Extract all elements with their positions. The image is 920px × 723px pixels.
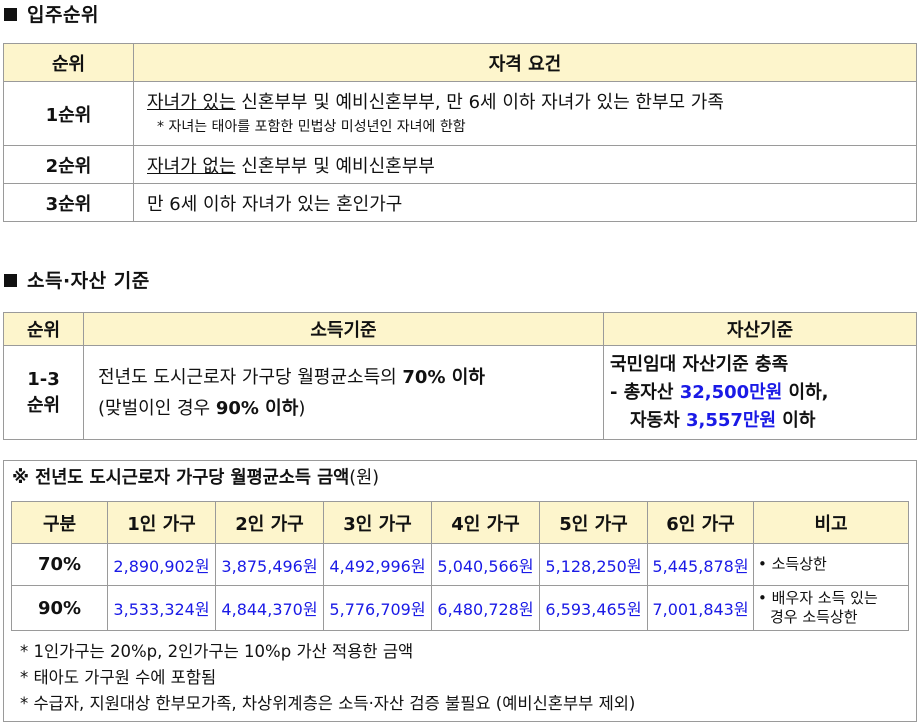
header-3person: 3인 가구 (323, 501, 432, 544)
income-threshold: 90% 이하 (215, 397, 299, 419)
note-line: * 태아도 가구원 수에 포함됨 (20, 668, 217, 687)
header-4person: 4인 가구 (431, 501, 540, 544)
qualification-cell: 만 6세 이하 자녀가 있는 혼인가구 (133, 183, 917, 222)
rank-cell: 1-3 순위 (3, 345, 84, 440)
amount-cell: 3,533,324원 (107, 585, 216, 631)
section-title-text: 소득·자산 기준 (27, 270, 150, 292)
qualification-cell: 자녀가 없는 신혼부부 및 예비신혼부부 (133, 145, 917, 184)
table-row: 70% 2,890,902원 3,875,496원 4,492,996원 5,0… (11, 543, 909, 586)
header-rank: 순위 (3, 312, 84, 346)
section-title-income-asset: 소득·자산 기준 (4, 266, 150, 293)
header-income: 소득기준 (83, 312, 604, 346)
income-amount-title: ※ 전년도 도시근로자 가구당 월평균소득 금액(원) (12, 464, 379, 489)
rank-cell: 1순위 (3, 81, 134, 146)
income-text: (맞벌이인 경우 (98, 397, 216, 419)
remarks-cell: • 소득상한 (753, 543, 909, 586)
qualification-text: 신혼부부 및 예비신혼부부, 만 6세 이하 자녀가 있는 한부모 가족 (235, 91, 724, 113)
amount-cell: 5,776,709원 (323, 585, 432, 631)
asset-text: 자동차 (630, 409, 686, 431)
qualification-cell: 자녀가 있는 신혼부부 및 예비신혼부부, 만 6세 이하 자녀가 있는 한부모… (133, 81, 917, 146)
underlined-text: 자녀가 있는 (147, 91, 236, 113)
amount-cell: 5,445,878원 (647, 543, 754, 586)
remarks-text: • 배우자 소득 있는 (758, 589, 878, 607)
header-remarks: 비고 (753, 501, 909, 544)
header-category: 구분 (11, 501, 108, 544)
table-row: 1-3 순위 전년도 도시근로자 가구당 월평균소득의 70% 이하 (맞벌이인… (3, 345, 917, 440)
amount-cell: 7,001,843원 (647, 585, 754, 631)
table-row: 2순위 자녀가 없는 신혼부부 및 예비신혼부부 (3, 145, 917, 184)
income-text: 전년도 도시근로자 가구당 월평균소득의 (98, 366, 403, 388)
priority-table: 순위 자격 요건 1순위 자녀가 있는 신혼부부 및 예비신혼부부, 만 6세 … (3, 43, 917, 222)
remarks-text: • 소득상한 (758, 555, 827, 573)
income-amount-table: 구분 1인 가구 2인 가구 3인 가구 4인 가구 5인 가구 6인 가구 비… (11, 501, 909, 631)
header-qualification: 자격 요건 (133, 43, 917, 82)
income-amount-title-text: ※ 전년도 도시근로자 가구당 월평균소득 금액 (12, 468, 350, 488)
asset-amount: 32,500만원 (679, 381, 783, 403)
section-title-priority: 입주순위 (4, 0, 99, 27)
asset-text: 이하 (776, 409, 816, 431)
rank-line: 순위 (26, 394, 61, 416)
amount-cell: 5,040,566원 (431, 543, 540, 586)
header-5person: 5인 가구 (539, 501, 648, 544)
qualification-text: 신혼부부 및 예비신혼부부 (235, 155, 435, 177)
income-text: ) (298, 397, 306, 419)
remarks-cell: • 배우자 소득 있는 경우 소득상한 (753, 585, 909, 631)
section-title-text: 입주순위 (27, 4, 99, 26)
amount-cell: 3,875,496원 (215, 543, 324, 586)
amount-cell: 6,480,728원 (431, 585, 540, 631)
header-6person: 6인 가구 (647, 501, 754, 544)
income-threshold: 70% 이하 (402, 366, 485, 388)
amount-cell: 6,593,465원 (539, 585, 648, 631)
category-cell: 70% (11, 543, 108, 586)
income-asset-table: 순위 소득기준 자산기준 1-3 순위 전년도 도시근로자 가구당 월평균소득의… (3, 312, 917, 440)
header-2person: 2인 가구 (215, 501, 324, 544)
note-line: * 1인가구는 20%p, 2인가구는 10%p 가산 적용한 금액 (20, 642, 414, 661)
rank-cell: 2순위 (3, 145, 134, 184)
footnote: * 자녀는 태아를 포함한 민법상 미성년인 자녀에 한함 (157, 118, 466, 135)
income-cell: 전년도 도시근로자 가구당 월평균소득의 70% 이하 (맞벌이인 경우 90%… (83, 345, 604, 440)
asset-text: 국민임대 자산기준 충족 (610, 353, 789, 375)
amount-cell: 4,844,370원 (215, 585, 324, 631)
table-row: 1순위 자녀가 있는 신혼부부 및 예비신혼부부, 만 6세 이하 자녀가 있는… (3, 81, 917, 146)
rank-cell: 3순위 (3, 183, 134, 222)
remarks-text: 경우 소득상한 (770, 608, 858, 626)
asset-amount: 3,557만원 (685, 409, 777, 431)
square-bullet-icon (4, 274, 17, 287)
asset-text: - 총자산 (610, 381, 680, 403)
asset-cell: 국민임대 자산기준 충족 - 총자산 32,500만원 이하, 자동차 3,55… (603, 345, 917, 440)
amount-cell: 4,492,996원 (323, 543, 432, 586)
square-bullet-icon (4, 8, 17, 21)
table-header-row: 순위 소득기준 자산기준 (3, 312, 917, 346)
table-header-row: 구분 1인 가구 2인 가구 3인 가구 4인 가구 5인 가구 6인 가구 비… (11, 501, 909, 544)
amount-cell: 2,890,902원 (107, 543, 216, 586)
header-1person: 1인 가구 (107, 501, 216, 544)
rank-line: 1-3 (27, 368, 60, 390)
amount-cell: 5,128,250원 (539, 543, 648, 586)
underlined-text: 자녀가 없는 (147, 155, 236, 177)
category-cell: 90% (11, 585, 108, 631)
table-row: 90% 3,533,324원 4,844,370원 5,776,709원 6,4… (11, 585, 909, 631)
asset-text: 이하, (782, 381, 829, 403)
table-row: 3순위 만 6세 이하 자녀가 있는 혼인가구 (3, 183, 917, 222)
unit-label: (원) (349, 468, 380, 488)
header-asset: 자산기준 (603, 312, 917, 346)
header-rank: 순위 (3, 43, 134, 82)
note-line: * 수급자, 지원대상 한부모가족, 차상위계층은 소득·자산 검증 불필요 (… (20, 694, 636, 713)
table-header-row: 순위 자격 요건 (3, 43, 917, 82)
